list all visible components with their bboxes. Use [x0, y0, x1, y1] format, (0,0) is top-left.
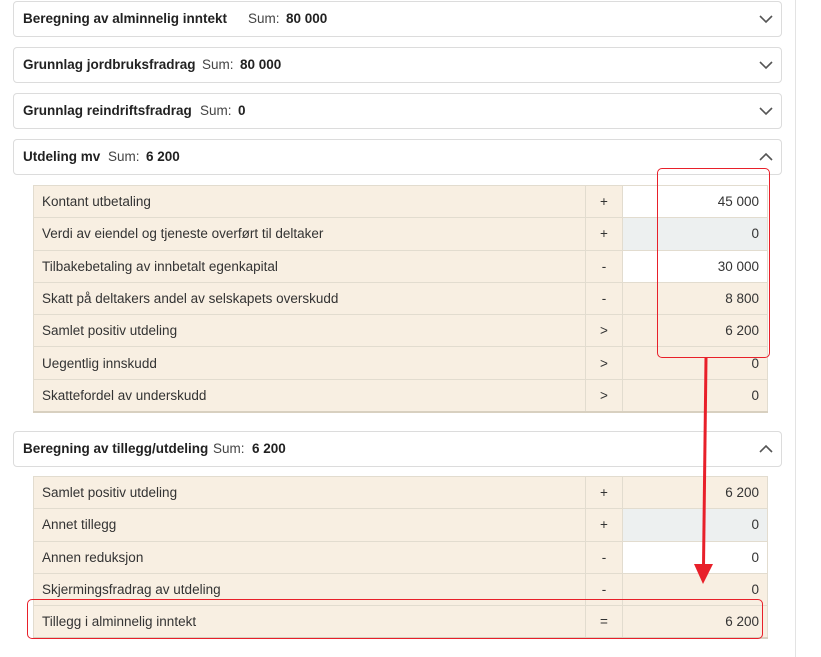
- annotation-arrow: [694, 357, 713, 584]
